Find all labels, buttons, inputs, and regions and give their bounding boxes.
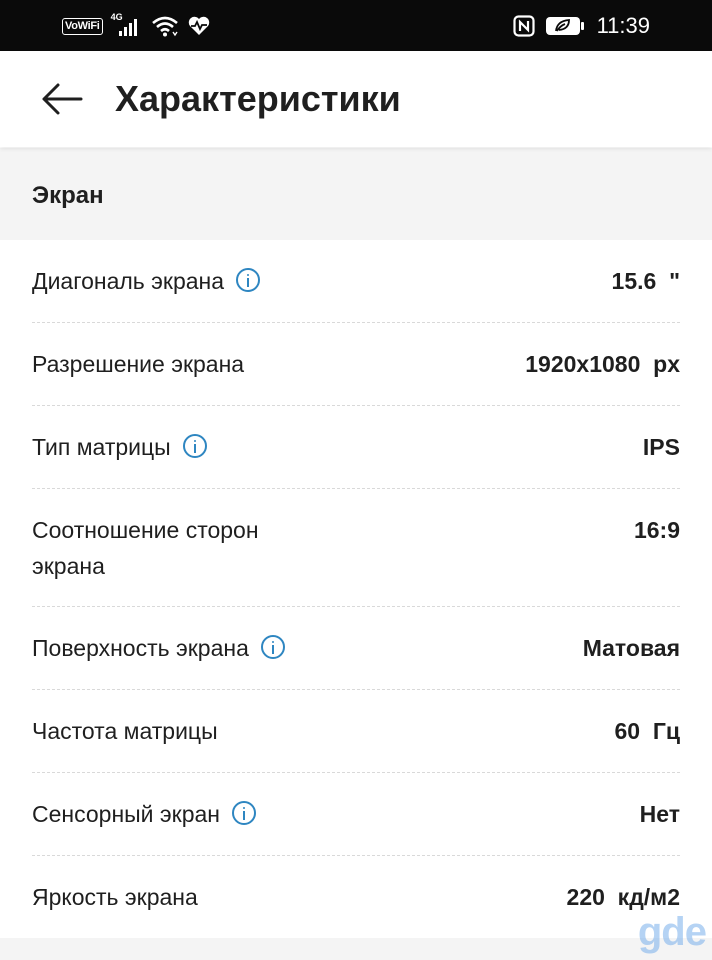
spec-value: Матовая (582, 635, 680, 661)
cellular-signal-icon: 4G (111, 12, 143, 37)
spec-list: Диагональ экрана 15.6 " Разрешение экран… (0, 240, 712, 939)
spec-label: Соотношение сторон экрана (32, 517, 259, 579)
spec-label: Тип матрицы (32, 429, 332, 465)
spec-row-surface: Поверхность экрана Матовая (0, 607, 712, 690)
spec-row-touchscreen: Сенсорный экран Нет (0, 773, 712, 856)
spec-label: Частота матрицы (32, 718, 218, 744)
status-left: VoWiFi 4G (62, 12, 211, 40)
info-circle-icon[interactable] (260, 635, 285, 659)
spec-label: Яркость экрана (32, 884, 198, 910)
spec-label: Диагональ экрана (32, 263, 332, 299)
spec-value: 60 Гц (614, 718, 680, 744)
spec-row-brightness: Яркость экрана 220 кд/м2 (0, 856, 712, 939)
section-header: Экран (0, 148, 712, 240)
spec-value: IPS (642, 434, 680, 460)
spec-value: 1920x1080 px (525, 351, 680, 377)
info-circle-icon[interactable] (236, 268, 261, 292)
watermark-logo: gde (637, 910, 707, 954)
info-circle-icon[interactable] (232, 801, 256, 825)
app-bar: Характеристики (0, 51, 712, 147)
info-circle-icon[interactable] (182, 434, 207, 458)
page-title: Характеристики (115, 78, 401, 119)
status-time: 11:39 (596, 13, 650, 38)
back-button[interactable] (40, 81, 84, 117)
spec-value: Нет (639, 801, 680, 827)
section-title: Экран (32, 182, 104, 209)
spec-row-aspect-ratio: Соотношение сторон экрана 16:9 (0, 489, 712, 607)
spec-row-resolution: Разрешение экрана 1920x1080 px (0, 323, 712, 406)
spec-label: Сенсорный экран (32, 796, 332, 832)
bottom-section-band (0, 938, 712, 960)
spec-row-refresh-rate: Частота матрицы 60 Гц (0, 690, 712, 773)
wifi-icon (151, 16, 178, 37)
spec-label: Разрешение экрана (32, 351, 245, 377)
battery-icon (545, 17, 584, 35)
nfc-icon (512, 15, 535, 37)
arrow-left-icon (42, 83, 83, 115)
health-heart-icon (188, 16, 209, 35)
spec-label: Поверхность экрана (32, 630, 332, 666)
spec-row-matrix-type: Тип матрицы IPS (0, 406, 712, 489)
status-right: 11:39 (512, 12, 650, 40)
spec-value: 15.6 " (611, 268, 680, 294)
spec-row-diagonal: Диагональ экрана 15.6 " (0, 240, 712, 323)
status-bar: VoWiFi 4G 11:39 (0, 0, 712, 51)
vowifi-badge: VoWiFi (62, 17, 103, 35)
spec-value: 16:9 (633, 517, 680, 543)
